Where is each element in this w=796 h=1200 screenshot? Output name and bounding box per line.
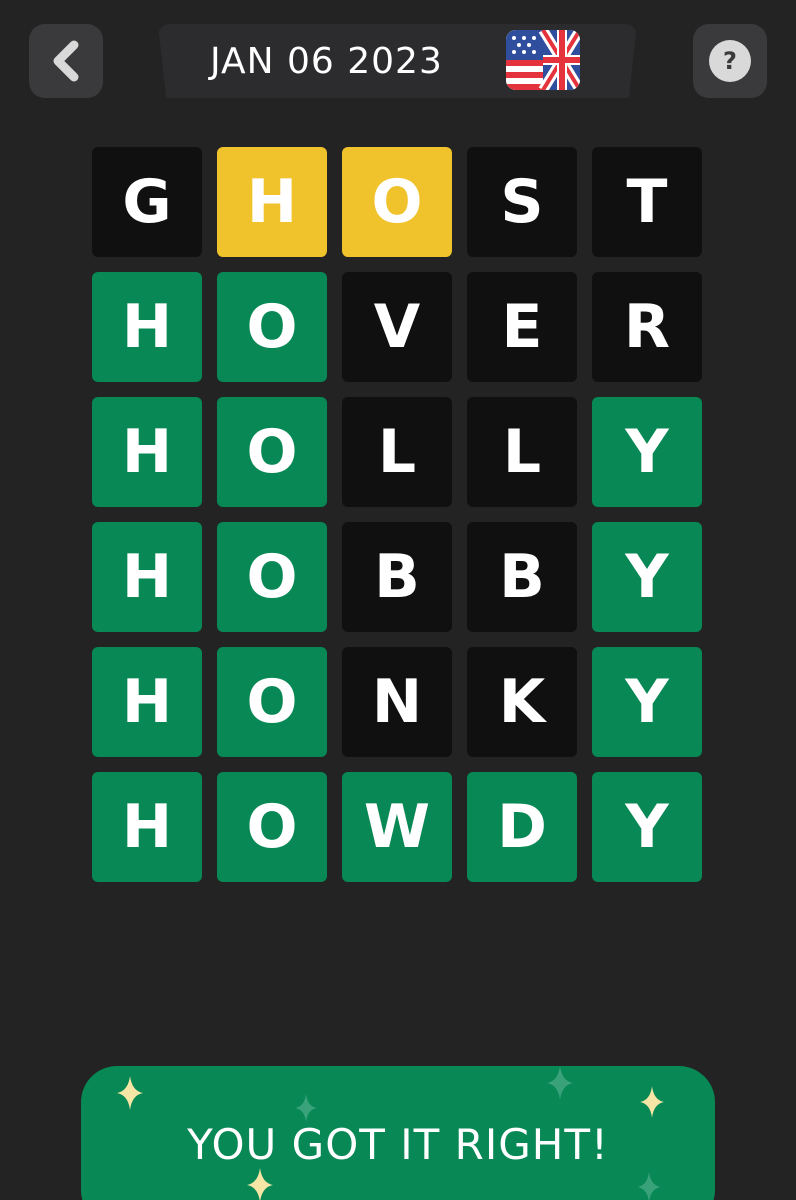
letter-tile: L xyxy=(467,397,577,507)
letter-tile: O xyxy=(217,397,327,507)
game-board: GHOSTHOVERHOLLYHOBBYHONKYHOWDY xyxy=(92,147,702,882)
sparkle-icon xyxy=(637,1172,661,1200)
letter-tile: O xyxy=(217,772,327,882)
sparkle-icon xyxy=(117,1076,143,1110)
letter-tile: W xyxy=(342,772,452,882)
letter-tile: B xyxy=(467,522,577,632)
letter-tile: T xyxy=(592,147,702,257)
letter-tile: H xyxy=(92,522,202,632)
letter-tile: G xyxy=(92,147,202,257)
result-message: YOU GOT IT RIGHT! xyxy=(187,1120,609,1169)
chevron-left-icon xyxy=(53,40,79,82)
letter-tile: B xyxy=(342,522,452,632)
sparkle-icon xyxy=(247,1168,273,1200)
letter-tile: L xyxy=(342,397,452,507)
letter-tile: K xyxy=(467,647,577,757)
back-button[interactable] xyxy=(29,24,103,98)
question-icon: ? xyxy=(709,40,751,82)
letter-tile: S xyxy=(467,147,577,257)
letter-tile: R xyxy=(592,272,702,382)
letter-tile: H xyxy=(92,272,202,382)
letter-tile: Y xyxy=(592,772,702,882)
letter-tile: V xyxy=(342,272,452,382)
result-banner: YOU GOT IT RIGHT! xyxy=(81,1066,715,1200)
sparkle-icon xyxy=(295,1094,317,1122)
letter-tile: Y xyxy=(592,397,702,507)
letter-tile: Y xyxy=(592,647,702,757)
letter-tile: H xyxy=(217,147,327,257)
letter-tile: D xyxy=(467,772,577,882)
letter-tile: E xyxy=(467,272,577,382)
letter-tile: H xyxy=(92,772,202,882)
letter-tile: H xyxy=(92,397,202,507)
sparkle-icon xyxy=(547,1066,573,1100)
us-uk-flag-icon[interactable] xyxy=(506,30,580,90)
letter-tile: N xyxy=(342,647,452,757)
game-screen: JAN 06 2023 ? G H O S T H O V E R H O L … xyxy=(0,0,796,1200)
letter-tile: O xyxy=(342,147,452,257)
sparkle-icon xyxy=(640,1086,664,1118)
letter-tile: O xyxy=(217,647,327,757)
help-button[interactable]: ? xyxy=(693,24,767,98)
letter-tile: Y xyxy=(592,522,702,632)
letter-tile: O xyxy=(217,522,327,632)
letter-tile: H xyxy=(92,647,202,757)
letter-tile: O xyxy=(217,272,327,382)
puzzle-date: JAN 06 2023 xyxy=(210,40,443,82)
